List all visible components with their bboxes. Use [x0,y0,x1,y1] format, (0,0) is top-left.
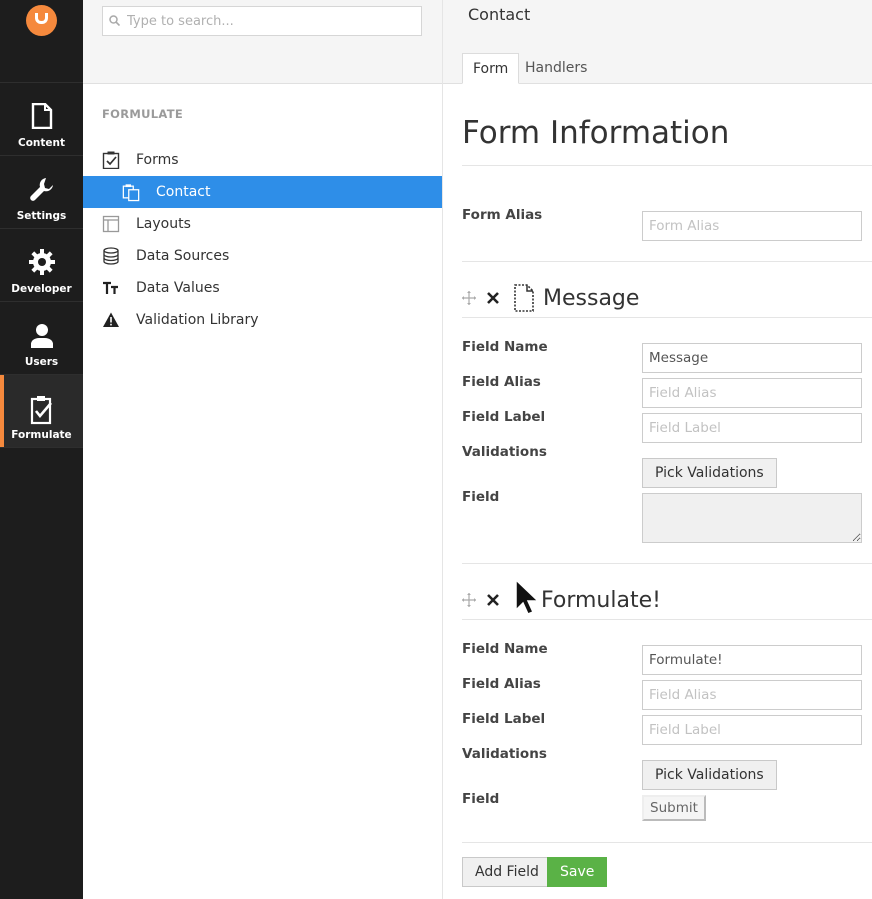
tree-item-label: Data Values [136,280,220,296]
clipboard-check-icon [102,151,120,169]
field-alias-label: Field Alias [462,374,541,390]
warning-icon [102,311,120,329]
divider [462,842,872,843]
mouse-cursor-icon [515,578,540,615]
nav-item-settings[interactable]: Settings [0,156,83,229]
form-alias-label: Form Alias [462,207,543,223]
text-size-icon [102,279,120,297]
move-handle-icon[interactable] [462,291,476,305]
nav-item-formulate[interactable]: Formulate [0,375,83,448]
tab-handlers[interactable]: Handlers [515,53,597,84]
pick-validations-button[interactable]: Pick Validations [642,458,777,488]
pick-validations-button[interactable]: Pick Validations [642,760,777,790]
form-alias-input[interactable] [642,211,862,241]
tree-section-title: FORMULATE [102,107,184,121]
add-field-button[interactable]: Add Field [462,857,552,887]
clipboard-copy-icon [122,183,140,202]
field-header: Message [462,280,639,316]
divider [462,317,872,318]
divider [462,563,872,564]
move-handle-icon[interactable] [462,593,476,607]
field-alias-input[interactable] [642,680,862,710]
field-label-input[interactable] [642,715,862,745]
logo-area [0,0,83,83]
tree-panel: FORMULATE Forms Contact Layouts Data Sou… [83,0,443,899]
nav-item-users[interactable]: Users [0,302,83,375]
field-preview-label: Field [462,489,500,505]
tree-item-contact[interactable]: Contact [83,176,442,208]
main-navigation: Content Settings Developer Users Formula [0,0,83,899]
editor-header: Contact Form Handlers [443,0,872,84]
tree-item-validation-library[interactable]: Validation Library [83,304,442,336]
field-preview-label: Field [462,791,500,807]
tree-item-label: Layouts [136,216,191,232]
tree-item-layouts[interactable]: Layouts [83,208,442,240]
tree-item-label: Validation Library [136,312,259,328]
validations-label: Validations [462,746,547,762]
tree-header [83,0,442,84]
field-alias-input[interactable] [642,378,862,408]
database-icon [102,247,120,265]
gear-icon [0,249,83,277]
user-icon [0,322,83,350]
nav-item-developer[interactable]: Developer [0,229,83,302]
divider [462,619,872,620]
nav-label: Settings [16,210,67,222]
nav-label: Content [17,137,66,149]
field-name-input[interactable] [642,645,862,675]
tree-item-forms[interactable]: Forms [83,144,442,176]
save-button[interactable]: Save [547,857,608,887]
tree-item-label: Forms [136,152,179,168]
field-name-title: Formulate! [541,587,661,613]
tree-item-data-sources[interactable]: Data Sources [83,240,442,272]
submit-preview-button[interactable]: Submit [642,795,706,821]
nav-label: Developer [11,283,72,295]
field-name-label: Field Name [462,339,548,355]
tab-form[interactable]: Form [462,53,520,84]
message-textarea[interactable] [642,493,862,543]
field-name-label: Field Name [462,641,548,657]
editor-panel: Contact Form Handlers Form Information F… [443,0,872,899]
nav-item-content[interactable]: Content [0,83,83,156]
field-name-input[interactable] [642,343,862,373]
umbraco-logo[interactable] [26,5,57,36]
delete-icon[interactable] [486,291,500,305]
layout-icon [102,215,120,233]
form-heading: Form Information [462,115,730,151]
nav-label: Formulate [11,429,72,441]
delete-icon[interactable] [486,593,500,607]
search-box[interactable] [102,6,422,36]
search-input[interactable] [127,11,407,31]
clipboard-check-icon [0,395,83,425]
tree-item-label: Contact [156,184,211,200]
field-label-label: Field Label [462,409,546,425]
field-label-label: Field Label [462,711,546,727]
search-icon [109,15,120,26]
divider [462,261,872,262]
tree-item-data-values[interactable]: Data Values [83,272,442,304]
page-title: Contact [468,5,531,24]
document-icon [0,103,83,131]
divider [462,165,872,166]
validations-label: Validations [462,444,547,460]
document-icon [514,284,534,312]
field-label-input[interactable] [642,413,862,443]
tree-item-label: Data Sources [136,248,230,264]
field-alias-label: Field Alias [462,676,541,692]
field-header: Formulate! [462,582,661,618]
field-name-title: Message [543,285,640,311]
wrench-icon [0,176,83,204]
nav-label: Users [24,356,59,368]
